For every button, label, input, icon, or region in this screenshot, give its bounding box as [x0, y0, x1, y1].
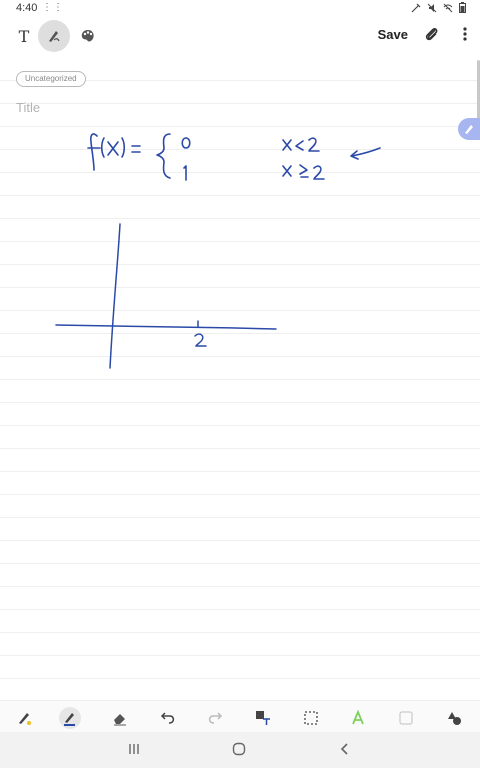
background-button[interactable] [395, 707, 417, 729]
recent-apps-button[interactable] [128, 742, 140, 761]
shapes-icon [448, 712, 461, 725]
text-box-icon [256, 711, 270, 725]
handwritten-axes [55, 223, 277, 369]
redo-icon [208, 712, 223, 724]
handwritten-function-definition [87, 133, 381, 181]
text-insert-button[interactable] [252, 707, 274, 729]
pencil-icon [64, 713, 75, 726]
page-background-icon [399, 711, 413, 725]
pencil-tool-button[interactable] [59, 707, 81, 729]
eraser-button[interactable] [109, 707, 131, 729]
pen-tool-button[interactable] [13, 707, 35, 729]
recent-apps-icon [129, 744, 139, 754]
undo-button[interactable] [157, 707, 179, 729]
system-navigation-bar [0, 732, 480, 768]
home-button[interactable] [232, 742, 246, 761]
home-icon [232, 742, 246, 756]
fountain-pen-icon [19, 713, 31, 725]
selection-button[interactable] [300, 707, 322, 729]
back-icon [340, 743, 348, 755]
pen-tools-bar [0, 700, 480, 733]
undo-icon [160, 712, 175, 724]
shapes-button[interactable] [443, 707, 465, 729]
text-recognition-icon [352, 710, 364, 725]
handwriting-layer [55, 133, 381, 369]
handwriting-to-text-button[interactable] [347, 707, 369, 729]
eraser-icon [114, 714, 126, 726]
selection-icon [304, 711, 318, 725]
back-button[interactable] [338, 742, 350, 761]
redo-button[interactable] [204, 707, 226, 729]
